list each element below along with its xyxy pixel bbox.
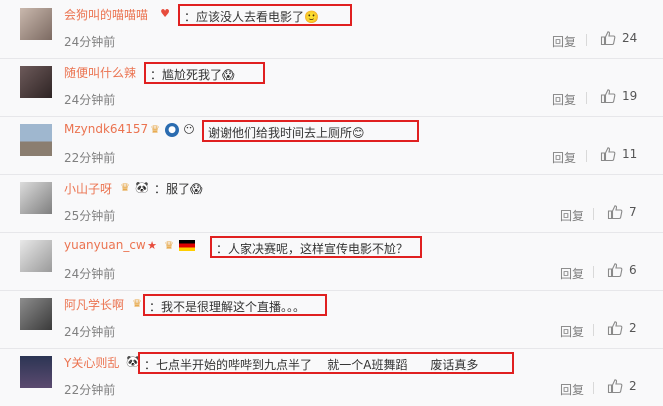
comment-text-box: ：应该没人去看电影了🙂 bbox=[178, 4, 352, 26]
comment-text-box: 谢谢他们给我时间去上厕所😊 bbox=[202, 120, 419, 142]
divider bbox=[593, 382, 594, 394]
like-count: 7 bbox=[629, 205, 637, 219]
comment-separator: ： bbox=[149, 300, 162, 314]
divider bbox=[593, 324, 594, 336]
user-badges: ♛ 🐼 bbox=[118, 180, 152, 195]
user-badges: ♛ ● 😶 bbox=[148, 122, 199, 137]
reply-button[interactable]: 回复 bbox=[552, 91, 576, 108]
panda-icon: 🐼 bbox=[135, 180, 149, 194]
reply-button[interactable]: 回复 bbox=[552, 33, 576, 50]
comment-username[interactable]: 阿凡学长啊 bbox=[64, 296, 124, 313]
comment-separator: ： bbox=[144, 358, 157, 372]
avatar[interactable] bbox=[20, 240, 52, 272]
reply-button[interactable]: 回复 bbox=[560, 265, 584, 282]
comment-item: 小山子呀 ♛ 🐼 ：服了😱 25分钟前 回复 7 bbox=[0, 174, 663, 233]
like-count: 2 bbox=[629, 321, 637, 335]
thumbs-up-icon bbox=[600, 30, 616, 46]
comment-text: 我不是很理解这个直播。。。 bbox=[161, 300, 306, 314]
heart-crown-icon: ♥ bbox=[160, 6, 170, 20]
crown-icon: ♛ bbox=[150, 122, 160, 136]
reply-button[interactable]: 回复 bbox=[560, 207, 584, 224]
comment-item: Y关心则乱 🐼 ：七点半开始的哔哔到九点半了 就一个A班舞蹈 废话真多 22分钟… bbox=[0, 348, 663, 406]
comment-text-box: ：七点半开始的哔哔到九点半了 就一个A班舞蹈 废话真多 bbox=[138, 352, 514, 374]
round-badge-icon: ● bbox=[165, 122, 179, 137]
comment-text: 人家决赛呢，这样宣传电影不尬？ bbox=[228, 242, 409, 256]
comment-separator: ： bbox=[154, 182, 167, 196]
comment-time: 24分钟前 bbox=[64, 267, 116, 281]
avatar[interactable] bbox=[20, 124, 52, 156]
comment-text: 尴尬死我了 bbox=[162, 68, 223, 82]
smile-emoji-icon: 🙂 bbox=[304, 10, 319, 24]
smile-emoji-icon: 😊 bbox=[352, 126, 365, 140]
divider bbox=[593, 208, 594, 220]
reply-button[interactable]: 回复 bbox=[560, 381, 584, 398]
thumbs-up-icon bbox=[607, 204, 623, 220]
thumbs-up-icon bbox=[607, 378, 623, 394]
reply-button[interactable]: 回复 bbox=[560, 323, 584, 340]
comment-separator: ： bbox=[150, 68, 163, 82]
comment-item: yuanyuan_cw ★ ♛ ：人家决赛呢，这样宣传电影不尬？ 24分钟前 回复… bbox=[0, 232, 663, 291]
avatar[interactable] bbox=[20, 356, 52, 388]
comment-time: 22分钟前 bbox=[64, 383, 116, 397]
comment-item: 阿凡学长啊 ♛ ：我不是很理解这个直播。。。 24分钟前 回复 2 bbox=[0, 290, 663, 349]
comment-text-box: ：我不是很理解这个直播。。。 bbox=[143, 294, 327, 316]
divider bbox=[586, 150, 587, 162]
thumbs-up-icon bbox=[607, 320, 623, 336]
user-badges: ★ ♛ bbox=[145, 238, 198, 253]
comment-username[interactable]: Mzyndk64157 bbox=[64, 122, 148, 136]
crown-icon: ♛ bbox=[132, 296, 142, 310]
comment-username[interactable]: 随便叫什么辣 bbox=[64, 64, 136, 81]
comment-time: 24分钟前 bbox=[64, 35, 116, 49]
avatar[interactable] bbox=[20, 8, 52, 40]
comment-text: 应该没人去看电影了 bbox=[196, 10, 305, 24]
like-count: 24 bbox=[622, 31, 638, 45]
comment-list: 会狗叫的喵喵喵 ♥ ：应该没人去看电影了🙂 24分钟前 回复 24 随便叫什么辣… bbox=[0, 0, 663, 403]
scream-emoji-icon: 😱 bbox=[190, 182, 203, 196]
comment-username[interactable]: 小山子呀 bbox=[64, 180, 112, 197]
divider bbox=[586, 92, 587, 104]
reply-button[interactable]: 回复 bbox=[552, 149, 576, 166]
user-badges: ♥ bbox=[158, 6, 175, 21]
avatar[interactable] bbox=[20, 66, 52, 98]
comment-text: 服了 bbox=[166, 182, 191, 196]
crown-icon: ♛ bbox=[164, 238, 174, 252]
like-count: 11 bbox=[622, 147, 638, 161]
comment-text: 谢谢他们给我时间去上厕所 bbox=[208, 126, 353, 140]
face-icon: 😶 bbox=[183, 122, 195, 136]
like-count: 6 bbox=[629, 263, 637, 277]
germany-flag-icon bbox=[179, 240, 195, 251]
avatar[interactable] bbox=[20, 298, 52, 330]
comment-username[interactable]: Y关心则乱 bbox=[64, 354, 119, 371]
comment-username[interactable]: yuanyuan_cw bbox=[64, 238, 146, 252]
comment-text: 七点半开始的哔哔到九点半了 就一个A班舞蹈 废话真多 bbox=[156, 358, 479, 372]
scream-emoji-icon: 😱 bbox=[222, 68, 235, 82]
thumbs-up-icon bbox=[600, 146, 616, 162]
comment-time: 24分钟前 bbox=[64, 325, 116, 339]
divider bbox=[593, 266, 594, 278]
comment-item: Mzyndk64157 ♛ ● 😶 谢谢他们给我时间去上厕所😊 22分钟前 回复 1… bbox=[0, 116, 663, 175]
comment-text-box: ：服了😱 bbox=[154, 180, 203, 197]
thumbs-up-icon bbox=[607, 262, 623, 278]
like-count: 2 bbox=[629, 379, 637, 393]
comment-text-box: ：人家决赛呢，这样宣传电影不尬？ bbox=[210, 236, 422, 258]
thumbs-up-icon bbox=[600, 88, 616, 104]
comment-text-box: ：尴尬死我了😱 bbox=[144, 62, 265, 84]
star-icon: ★ bbox=[147, 238, 157, 252]
comment-time: 25分钟前 bbox=[64, 209, 116, 223]
like-count: 19 bbox=[622, 89, 638, 103]
comment-item: 随便叫什么辣 ：尴尬死我了😱 24分钟前 回复 19 bbox=[0, 58, 663, 117]
avatar[interactable] bbox=[20, 182, 52, 214]
comment-separator: ： bbox=[216, 242, 229, 256]
comment-separator: ： bbox=[184, 10, 197, 24]
crown-icon: ♛ bbox=[120, 180, 130, 194]
comment-item: 会狗叫的喵喵喵 ♥ ：应该没人去看电影了🙂 24分钟前 回复 24 bbox=[0, 0, 663, 59]
comment-username[interactable]: 会狗叫的喵喵喵 bbox=[64, 6, 148, 23]
divider bbox=[586, 34, 587, 46]
comment-time: 24分钟前 bbox=[64, 93, 116, 107]
comment-time: 22分钟前 bbox=[64, 151, 116, 165]
